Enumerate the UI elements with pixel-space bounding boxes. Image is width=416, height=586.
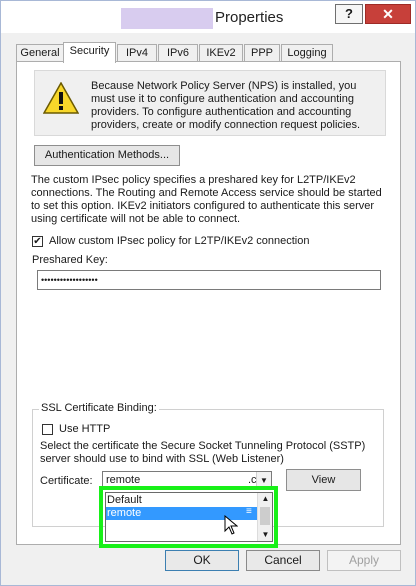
preshared-key-label: Preshared Key: xyxy=(32,254,108,266)
allow-ipsec-checkbox[interactable]: ✔ xyxy=(32,236,43,247)
redacted-title-region xyxy=(121,8,213,29)
scroll-down-icon[interactable]: ▼ xyxy=(258,529,273,541)
authentication-methods-button[interactable]: Authentication Methods... xyxy=(34,145,180,166)
tab-ipv6[interactable]: IPv6 xyxy=(158,44,198,62)
nps-warning-box: Because Network Policy Server (NPS) is i… xyxy=(34,70,386,136)
ok-button[interactable]: OK xyxy=(165,550,239,571)
window-title: Properties xyxy=(215,9,284,26)
help-button[interactable]: ? xyxy=(335,4,363,24)
apply-button[interactable]: Apply xyxy=(327,550,401,571)
certificate-dropdown-list: Default remote ≡ ▲ ▼ xyxy=(105,492,273,542)
certificate-dropdown[interactable]: remote .c ▼ xyxy=(102,471,272,490)
mouse-cursor-icon xyxy=(224,514,239,538)
chevron-down-icon[interactable]: ▼ xyxy=(256,472,271,489)
use-http-checkbox[interactable] xyxy=(42,424,53,435)
tab-ppp[interactable]: PPP xyxy=(244,44,280,62)
dropdown-scrollbar[interactable]: ▲ ▼ xyxy=(257,493,272,541)
view-certificate-button[interactable]: View xyxy=(286,469,361,491)
certificate-value: remote xyxy=(106,474,141,486)
properties-dialog: Properties ? ✕ General Security IPv4 IPv… xyxy=(0,0,416,586)
preshared-key-input[interactable]: •••••••••••••••••• xyxy=(37,270,381,290)
close-button[interactable]: ✕ xyxy=(365,4,411,24)
tab-logging[interactable]: Logging xyxy=(281,44,333,62)
title-bar: Properties ? ✕ xyxy=(1,1,415,33)
scroll-grip-icon: ≡ xyxy=(246,506,252,517)
ipsec-description: The custom IPsec policy specifies a pres… xyxy=(31,174,382,225)
security-panel: Because Network Policy Server (NPS) is i… xyxy=(16,61,401,545)
scrollbar-thumb[interactable] xyxy=(260,507,270,525)
warning-icon xyxy=(42,81,80,117)
sstp-description: Select the certificate the Secure Socket… xyxy=(40,440,366,465)
ssl-binding-legend: SSL Certificate Binding: xyxy=(39,402,159,414)
tab-ipv4[interactable]: IPv4 xyxy=(117,44,157,62)
nps-warning-text: Because Network Policy Server (NPS) is i… xyxy=(91,80,361,131)
use-http-label: Use HTTP xyxy=(59,423,111,435)
cancel-button[interactable]: Cancel xyxy=(246,550,320,571)
allow-ipsec-label: Allow custom IPsec policy for L2TP/IKEv2… xyxy=(49,235,310,247)
scroll-up-icon[interactable]: ▲ xyxy=(258,493,273,505)
tab-ikev2[interactable]: IKEv2 xyxy=(199,44,243,62)
tab-general[interactable]: General xyxy=(16,44,64,62)
certificate-label: Certificate: xyxy=(40,475,93,487)
dropdown-option-default[interactable]: Default xyxy=(106,494,257,507)
tab-security[interactable]: Security xyxy=(63,42,116,63)
